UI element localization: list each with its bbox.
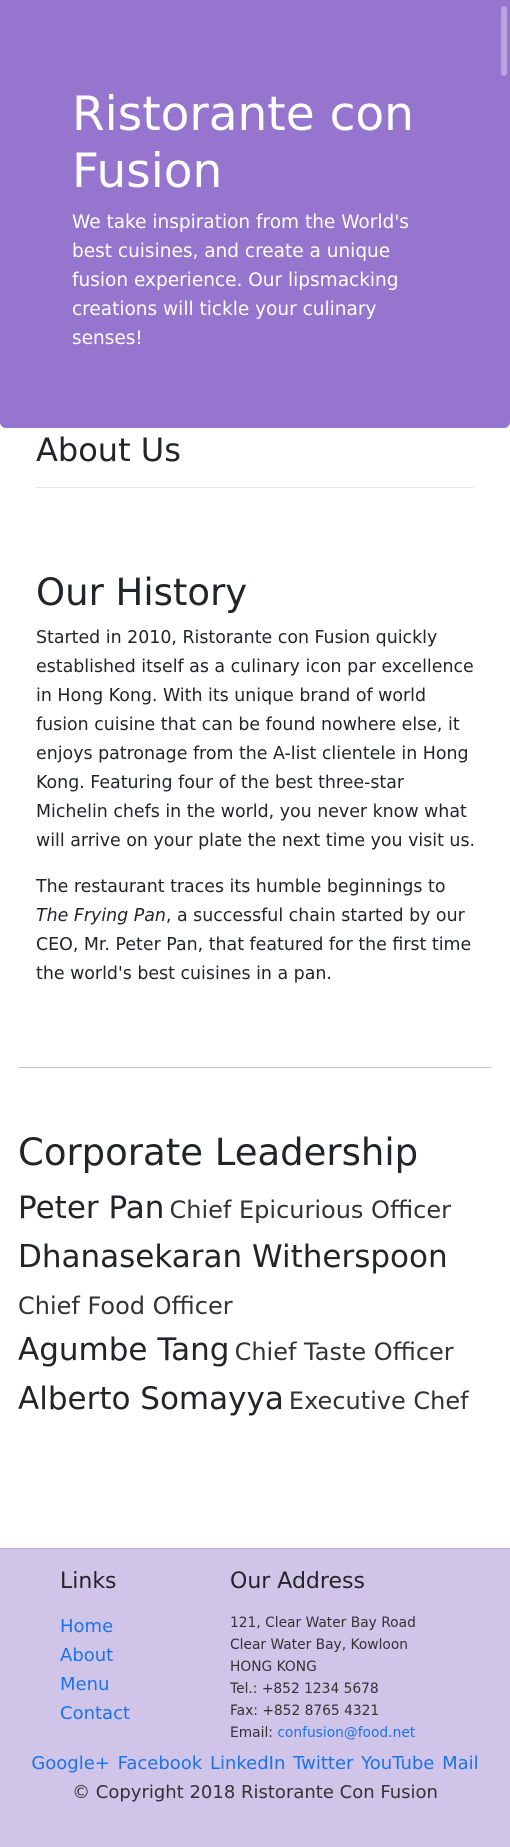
leader-item: Peter Pan Chief Epicurious Officer — [18, 1186, 498, 1235]
history-paragraph-2-italic: The Frying Pan — [36, 906, 166, 926]
social-link-youtube[interactable]: YouTube — [361, 1753, 434, 1774]
leader-name: Agumbe Tang — [18, 1332, 230, 1368]
social-link-mail[interactable]: Mail — [442, 1753, 479, 1774]
footer-links: Home About Menu Contact — [60, 1612, 130, 1728]
history-title: Our History — [36, 571, 248, 614]
leader-name: Alberto Somayya — [18, 1381, 284, 1417]
history-paragraph-2-start: The restaurant traces its humble beginni… — [36, 877, 446, 897]
social-link-twitter[interactable]: Twitter — [293, 1753, 353, 1774]
address-line-1: 121, Clear Water Bay Road — [230, 1615, 416, 1631]
leader-name: Dhanasekaran Witherspoon — [18, 1239, 448, 1275]
fax-number: Fax: +852 8765 4321 — [230, 1703, 380, 1719]
footer-link-home[interactable]: Home — [60, 1612, 130, 1641]
leader-item: Dhanasekaran Witherspoon Chief Food Offi… — [18, 1235, 498, 1331]
phone-number: Tel.: +852 1234 5678 — [230, 1681, 379, 1697]
social-link-google-plus[interactable]: Google+ — [31, 1753, 110, 1774]
leader-name: Peter Pan — [18, 1190, 165, 1226]
footer: Links Home About Menu Contact Our Addres… — [0, 1548, 510, 1847]
jumbotron: Ristorante con Fusion We take inspiratio… — [0, 0, 510, 428]
jumbotron-title: Ristorante con Fusion — [72, 87, 414, 199]
history-paragraph-1: Started in 2010, Ristorante con Fusion q… — [36, 628, 476, 851]
leader-designation: Chief Epicurious Officer — [169, 1196, 451, 1224]
scrollbar-thumb[interactable] — [501, 6, 507, 76]
leader-designation: Chief Food Officer — [18, 1292, 233, 1320]
social-link-facebook[interactable]: Facebook — [118, 1753, 203, 1774]
footer-link-about[interactable]: About — [60, 1641, 130, 1670]
about-title: About Us — [36, 431, 181, 469]
address-block: 121, Clear Water Bay Road Clear Water Ba… — [230, 1612, 416, 1744]
footer-link-menu[interactable]: Menu — [60, 1670, 130, 1699]
address-line-2: Clear Water Bay, Kowloon — [230, 1637, 409, 1653]
footer-link-contact[interactable]: Contact — [60, 1699, 130, 1728]
social-links: Google+ Facebook LinkedIn Twitter YouTub… — [0, 1751, 510, 1777]
leadership-title: Corporate Leadership — [18, 1131, 419, 1174]
leader-item: Alberto Somayya Executive Chef — [18, 1377, 498, 1426]
address-heading: Our Address — [230, 1569, 365, 1594]
copyright: © Copyright 2018 Ristorante Con Fusion — [72, 1782, 438, 1803]
links-heading: Links — [60, 1569, 117, 1594]
leader-designation: Chief Taste Officer — [234, 1338, 454, 1366]
section-divider — [18, 1067, 492, 1068]
jumbotron-description: We take inspiration from the World's bes… — [72, 212, 409, 349]
email-link[interactable]: confusion@food.net — [277, 1725, 415, 1741]
social-link-linkedin[interactable]: LinkedIn — [210, 1753, 285, 1774]
leader-item: Agumbe Tang Chief Taste Officer — [18, 1328, 498, 1377]
email-label: Email: — [230, 1725, 278, 1741]
address-line-3: HONG KONG — [230, 1659, 317, 1675]
about-divider — [36, 487, 474, 488]
leader-designation: Executive Chef — [288, 1387, 469, 1415]
history-paragraph-2: The restaurant traces its humble beginni… — [36, 873, 478, 989]
